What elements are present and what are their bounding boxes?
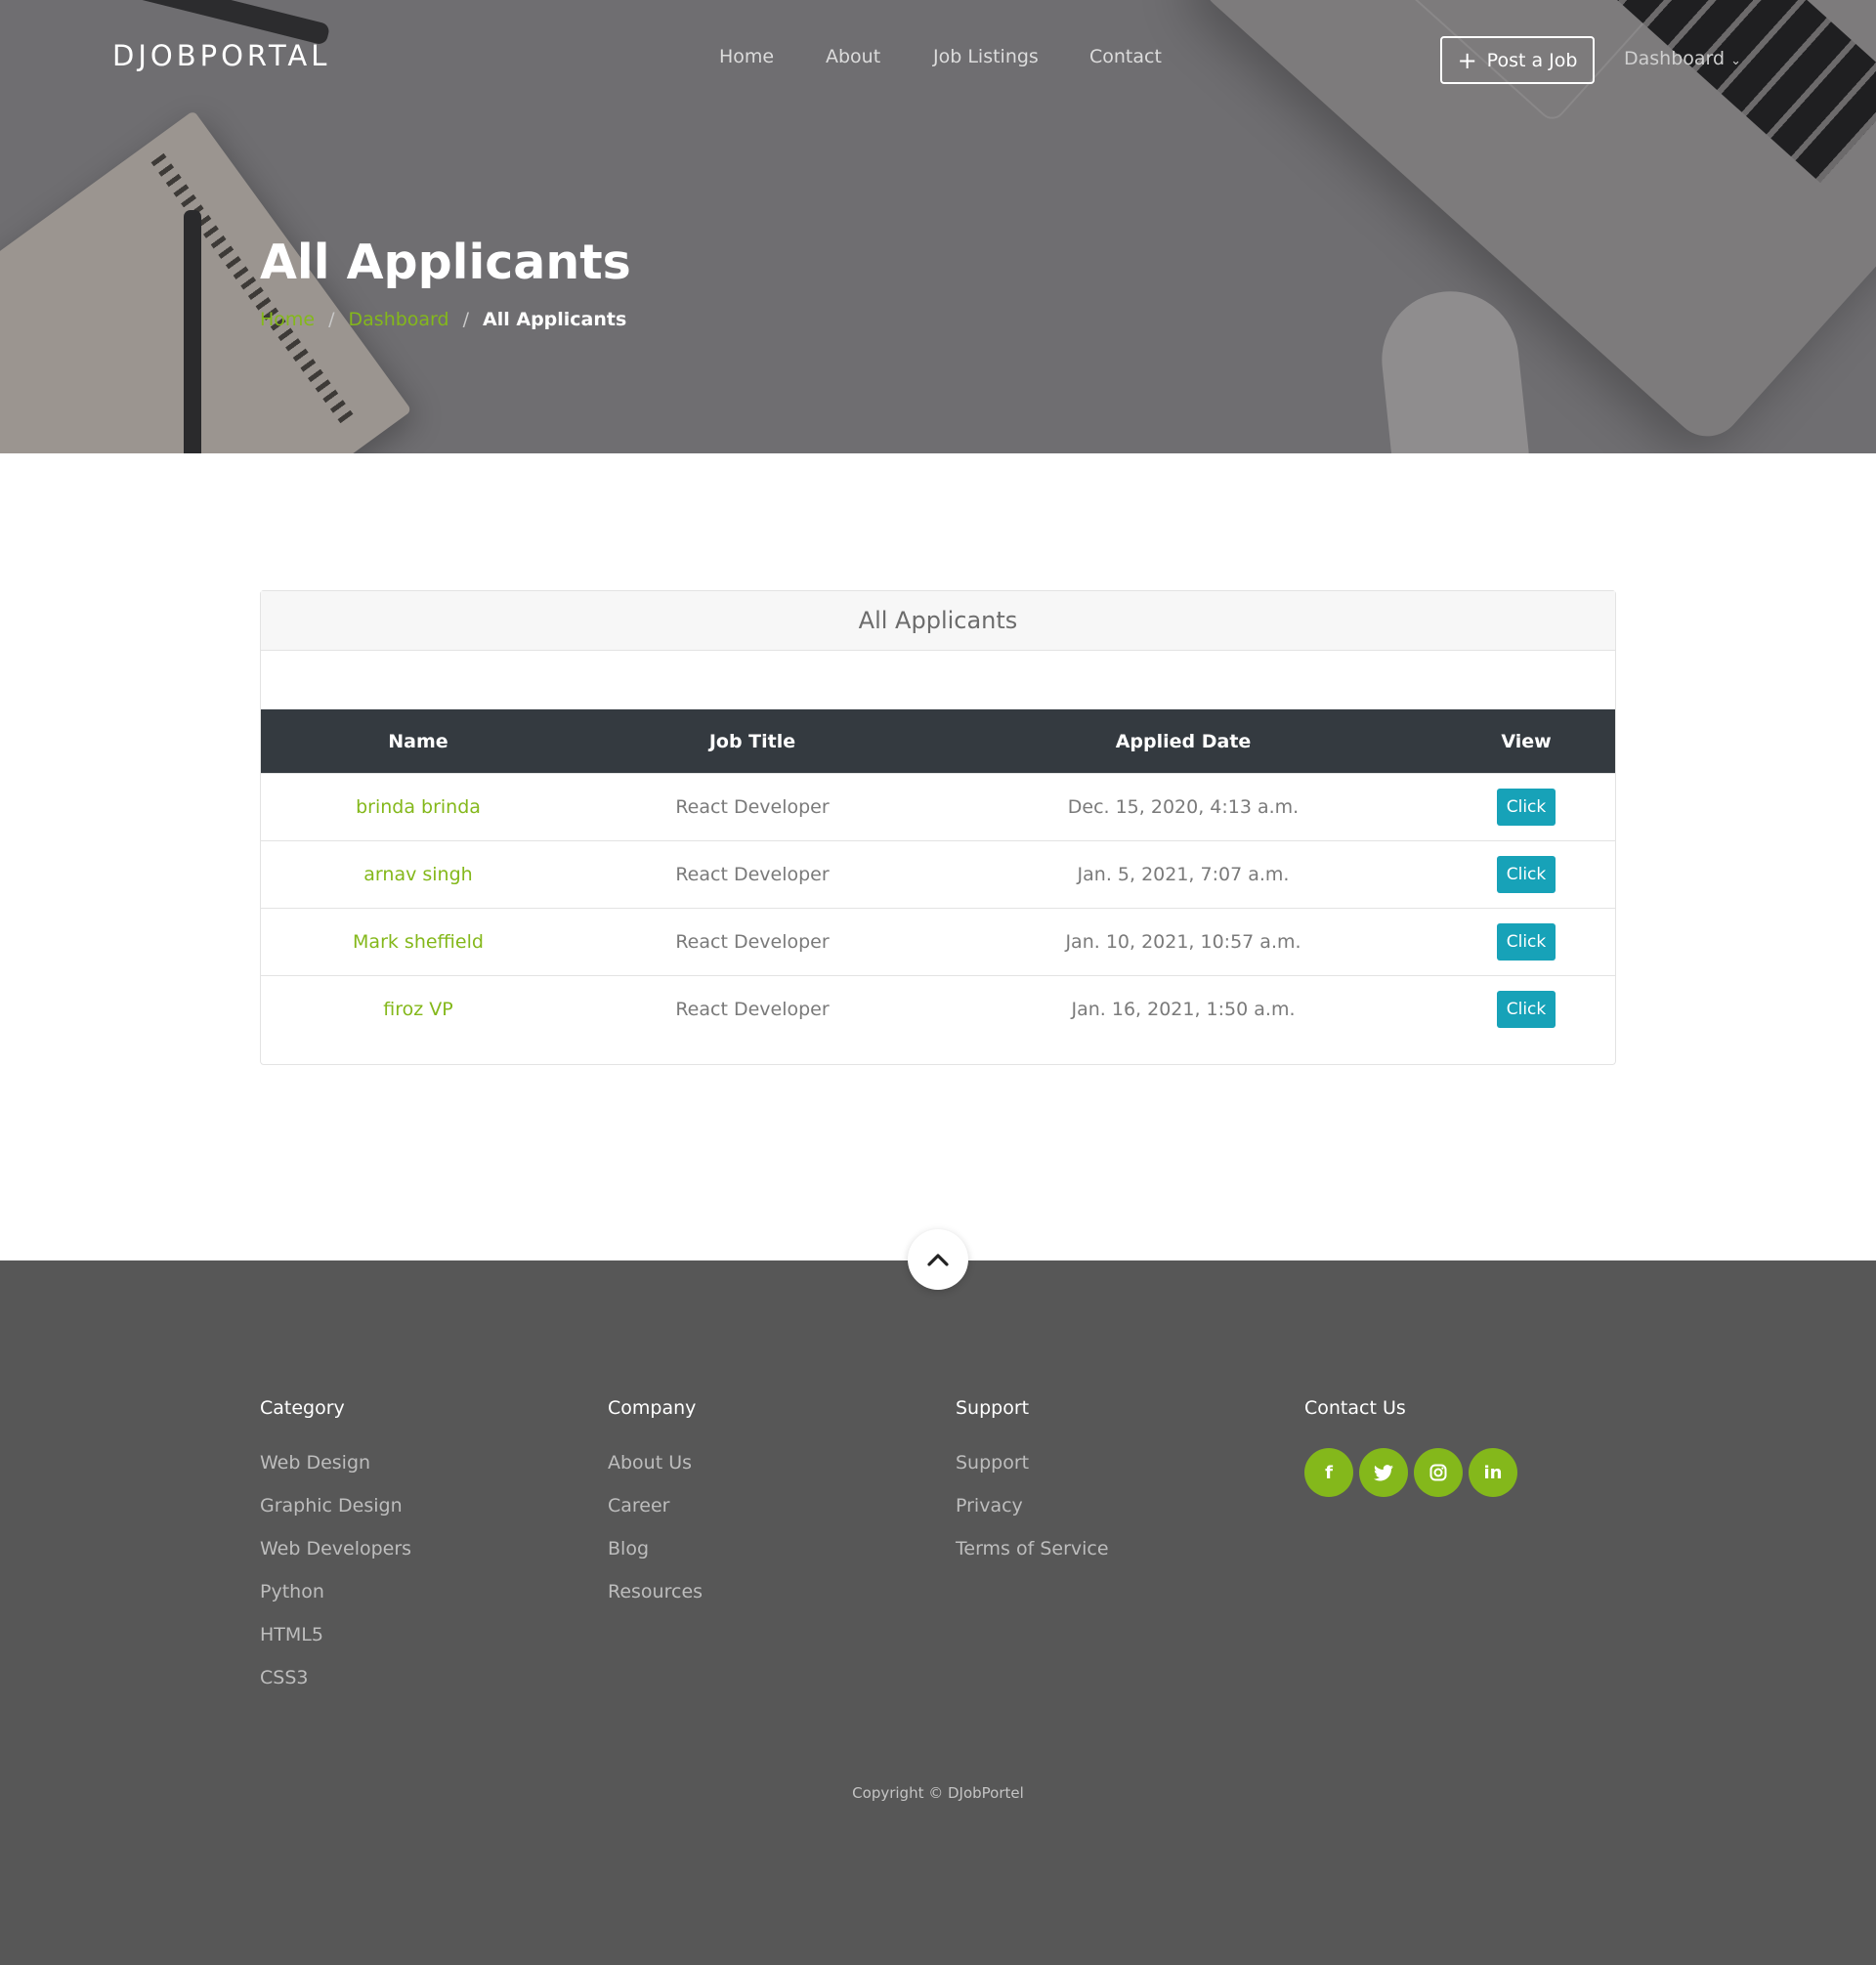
footer-link[interactable]: Web Developers: [260, 1538, 411, 1581]
chevron-up-icon: [927, 1254, 949, 1266]
column-header-job-title: Job Title: [708, 730, 796, 752]
card-header: All Applicants: [261, 591, 1615, 651]
dashboard-dropdown[interactable]: Dashboard ⌄: [1624, 48, 1741, 69]
job-title-cell: React Developer: [675, 796, 830, 818]
table-row: Mark sheffield React Developer Jan. 10, …: [261, 908, 1615, 975]
pen-image: [184, 210, 201, 453]
instagram-icon[interactable]: [1414, 1448, 1463, 1497]
table-row: firoz VP React Developer Jan. 16, 2021, …: [261, 975, 1615, 1043]
breadcrumb-dashboard[interactable]: Dashboard: [349, 309, 449, 330]
footer-link[interactable]: Career: [608, 1495, 703, 1538]
nav-contact[interactable]: Contact: [1089, 46, 1162, 67]
dashboard-label: Dashboard: [1624, 48, 1726, 69]
view-cell: Click: [1437, 976, 1615, 1043]
breadcrumb: Home / Dashboard / All Applicants: [260, 309, 626, 330]
view-click-button[interactable]: Click: [1497, 991, 1556, 1028]
column-header-applied-date: Applied Date: [1115, 730, 1252, 752]
linkedin-icon[interactable]: in: [1469, 1448, 1517, 1497]
footer-link[interactable]: Python: [260, 1581, 411, 1624]
back-to-top-button[interactable]: [908, 1229, 968, 1290]
footer-link[interactable]: Privacy: [956, 1495, 1109, 1538]
applied-date-cell: Jan. 16, 2021, 1:50 a.m.: [1071, 999, 1296, 1020]
facebook-icon[interactable]: f: [1304, 1448, 1353, 1497]
table-row: arnav singh React Developer Jan. 5, 2021…: [261, 840, 1615, 908]
footer-link[interactable]: Resources: [608, 1581, 703, 1624]
footer-link[interactable]: About Us: [608, 1452, 703, 1495]
copyright-text: Copyright © DJobPortel: [852, 1784, 1024, 1802]
job-title-cell: React Developer: [675, 864, 830, 885]
footer-support-column: Support Support Privacy Terms of Service: [956, 1397, 1109, 1581]
footer-link[interactable]: Web Design: [260, 1452, 411, 1495]
applicant-name-link[interactable]: firoz VP: [261, 976, 576, 1043]
table-header: Name Job Title Applied Date View: [261, 709, 1615, 773]
footer-heading: Category: [260, 1397, 345, 1419]
nav-home[interactable]: Home: [719, 46, 774, 67]
footer-category-column: Category Web Design Graphic Design Web D…: [260, 1397, 411, 1710]
footer-company-column: Company About Us Career Blog Resources: [608, 1397, 703, 1624]
footer-heading: Company: [608, 1397, 697, 1419]
applied-date-cell: Jan. 5, 2021, 7:07 a.m.: [1077, 864, 1290, 885]
social-links: f in: [1304, 1448, 1517, 1497]
applicant-name-link[interactable]: arnav singh: [261, 841, 576, 908]
footer-link[interactable]: Terms of Service: [956, 1538, 1109, 1581]
footer-heading: Contact Us: [1304, 1397, 1406, 1419]
view-click-button[interactable]: Click: [1497, 789, 1556, 826]
applied-date-cell: Jan. 10, 2021, 10:57 a.m.: [1065, 931, 1301, 953]
footer-link[interactable]: Support: [956, 1452, 1109, 1495]
view-click-button[interactable]: Click: [1497, 856, 1556, 893]
view-click-button[interactable]: Click: [1497, 923, 1556, 961]
breadcrumb-separator: /: [328, 309, 335, 330]
post-job-label: Post a Job: [1486, 49, 1578, 71]
applicants-card: All Applicants Name Job Title Applied Da…: [260, 590, 1616, 1065]
footer: Category Web Design Graphic Design Web D…: [0, 1260, 1876, 1965]
nav-about[interactable]: About: [826, 46, 880, 67]
twitter-icon[interactable]: [1359, 1448, 1408, 1497]
post-job-button[interactable]: + Post a Job: [1440, 36, 1595, 84]
brand-logo[interactable]: DJOBPORTAL: [112, 39, 330, 72]
chevron-down-icon: ⌄: [1730, 54, 1741, 68]
nav-job-listings[interactable]: Job Listings: [933, 46, 1039, 67]
page-title: All Applicants: [260, 235, 631, 290]
breadcrumb-home[interactable]: Home: [260, 309, 315, 330]
applicant-name-link[interactable]: brinda brinda: [261, 774, 576, 840]
applicants-table: Name Job Title Applied Date View brinda …: [261, 709, 1615, 1043]
footer-link[interactable]: Blog: [608, 1538, 703, 1581]
footer-link[interactable]: HTML5: [260, 1624, 411, 1667]
breadcrumb-separator: /: [462, 309, 470, 330]
column-header-view: View: [1501, 730, 1552, 752]
applicant-name-link[interactable]: Mark sheffield: [261, 909, 576, 975]
footer-link[interactable]: Graphic Design: [260, 1495, 411, 1538]
view-cell: Click: [1437, 909, 1615, 975]
footer-contact-column: Contact Us f in: [1304, 1397, 1517, 1497]
plus-icon: +: [1457, 46, 1477, 74]
footer-link[interactable]: CSS3: [260, 1667, 411, 1710]
job-title-cell: React Developer: [675, 931, 830, 953]
mouse-image: [1375, 284, 1533, 453]
breadcrumb-current: All Applicants: [483, 309, 627, 330]
footer-heading: Support: [956, 1397, 1030, 1419]
job-title-cell: React Developer: [675, 999, 830, 1020]
view-cell: Click: [1437, 774, 1615, 840]
column-header-name: Name: [388, 730, 448, 752]
table-row: brinda brinda React Developer Dec. 15, 2…: [261, 773, 1615, 840]
view-cell: Click: [1437, 841, 1615, 908]
applied-date-cell: Dec. 15, 2020, 4:13 a.m.: [1067, 796, 1300, 818]
